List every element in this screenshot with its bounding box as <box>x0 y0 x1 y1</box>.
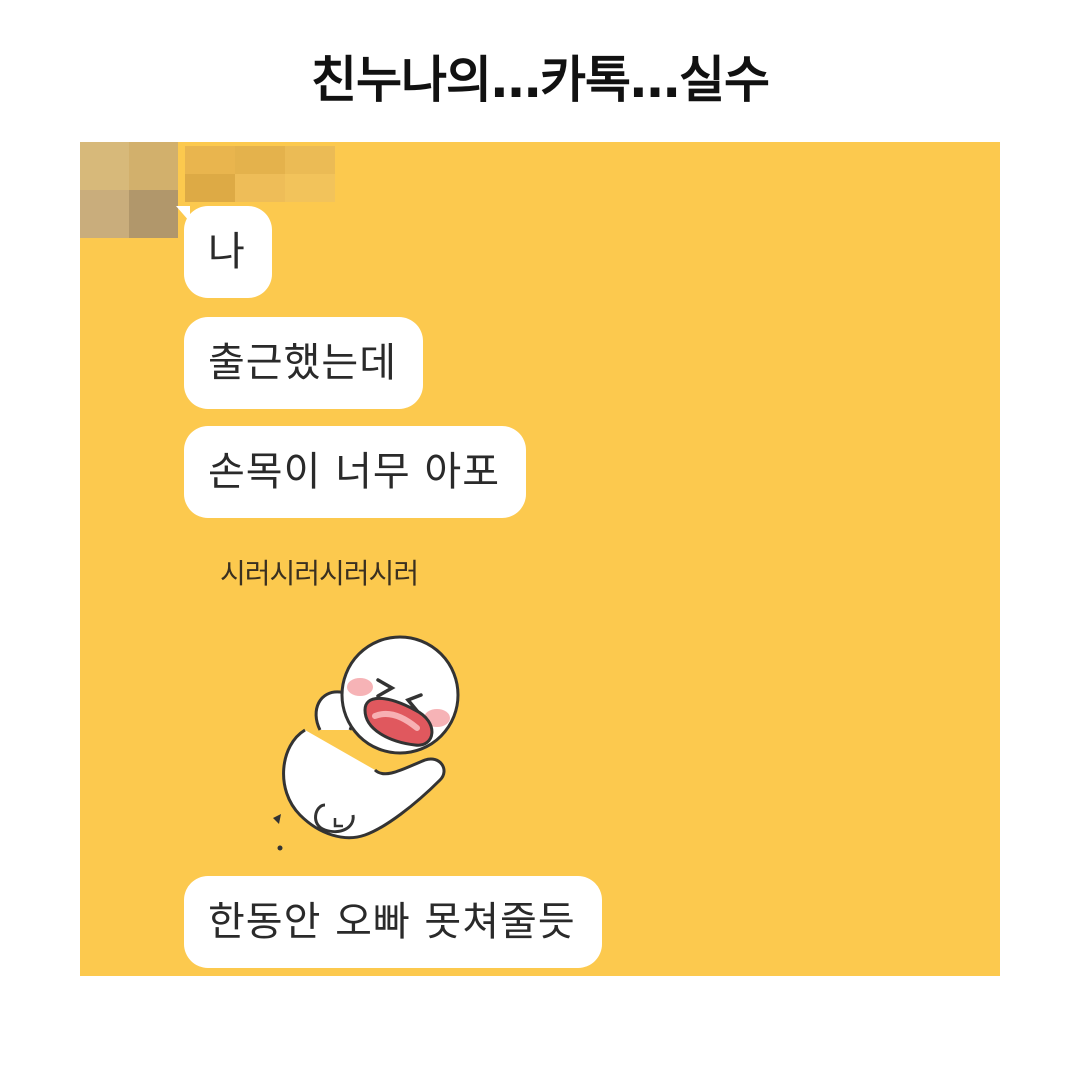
message-bubble[interactable]: 한동안 오빠 못쳐줄듯 <box>184 876 602 968</box>
chat-screenshot: 나 출근했는데 손목이 너무 아포 시러시러시러시러 한동안 오빠 못쳐줄듯 <box>80 142 1000 976</box>
sender-name-pixelated <box>185 146 335 202</box>
sticker-caption: 시러시러시러시러 <box>220 557 419 590</box>
message-bubble[interactable]: 출근했는데 <box>184 317 423 409</box>
sender-avatar-pixelated[interactable] <box>80 142 178 238</box>
message-bubble[interactable]: 나 <box>184 206 272 298</box>
crying-character-sticker-icon[interactable] <box>265 630 505 870</box>
message-bubble[interactable]: 손목이 너무 아포 <box>184 426 527 518</box>
page-title: 친누나의…카톡…실수 <box>311 51 770 109</box>
